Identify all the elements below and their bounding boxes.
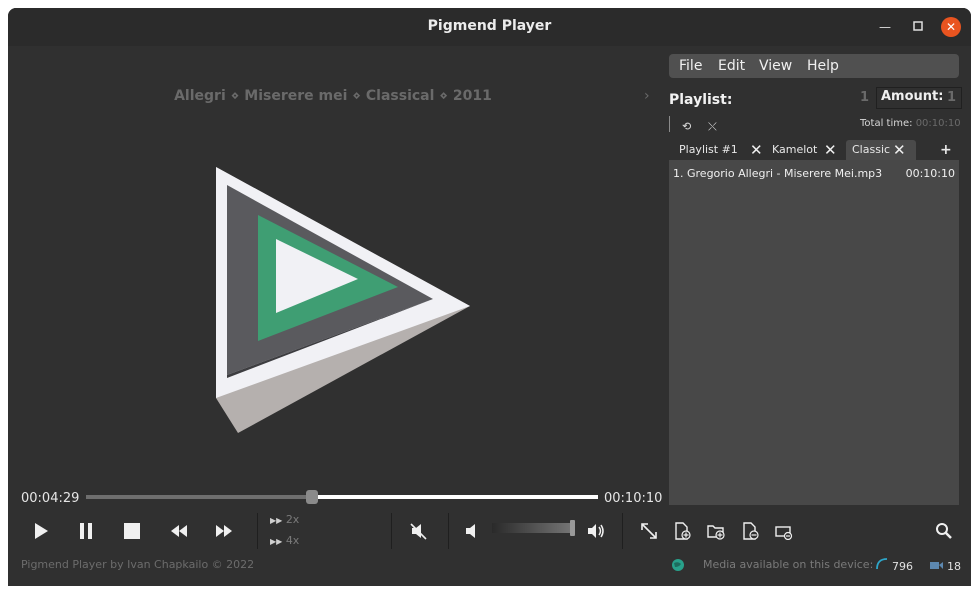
close-tab-icon[interactable]: ✕ [750, 140, 763, 160]
maximize-icon [913, 21, 923, 31]
add-tab-button[interactable]: + [940, 140, 956, 160]
track-duration: 00:10:10 [905, 167, 955, 180]
menu-edit[interactable]: Edit [718, 58, 745, 74]
menu-file[interactable]: File [679, 58, 702, 74]
volume-up-button[interactable] [580, 516, 612, 546]
total-time-value: 00:10:10 [915, 118, 961, 129]
playlist-body: 1. Gregorio Allegri - Miserere Mei.mp3 0… [669, 160, 959, 505]
fast-forward-icon [216, 525, 232, 537]
repeat-button[interactable]: ⟲ [682, 120, 691, 133]
credit-text: Pigmend Player by Ivan Chapkailo © 2022 [21, 558, 255, 571]
pigmend-logo [216, 167, 470, 433]
app-window: Pigmend Player — ✕ Allegri ⋄ Miserere me… [8, 8, 971, 586]
menu-view[interactable]: View [759, 58, 792, 74]
rewind-button[interactable] [163, 516, 195, 546]
mute-icon [410, 523, 427, 540]
window-title: Pigmend Player [427, 18, 552, 34]
audio-files-icon [875, 556, 889, 575]
chevron-right-icon[interactable]: › [644, 88, 650, 104]
seek-progress [86, 495, 312, 499]
repeat-icon: ⟲ [682, 120, 692, 133]
speed-4x-button[interactable]: ▶▶ 4x [270, 534, 299, 547]
fullscreen-icon [641, 523, 657, 539]
video-count: 18 [947, 560, 961, 573]
separator [622, 513, 623, 549]
playlist-item[interactable]: 1. Gregorio Allegri - Miserere Mei.mp3 0… [669, 160, 959, 182]
fullscreen-button[interactable] [637, 519, 661, 543]
playlist-count: 1 [860, 90, 870, 105]
tab-playlist-1[interactable]: Playlist #1 ✕ [674, 140, 768, 160]
add-file-icon [675, 522, 691, 540]
add-file-button[interactable] [670, 519, 694, 543]
double-arrow-icon: ▶▶ [270, 516, 283, 525]
amount-label: Amount: [881, 89, 944, 104]
remove-file-button[interactable] [738, 519, 762, 543]
total-time-label: Total time: [860, 118, 913, 129]
shuffle-button[interactable]: ⤬ [708, 120, 717, 134]
clear-playlist-button[interactable] [772, 519, 796, 543]
menu-help[interactable]: Help [807, 58, 839, 74]
stop-button[interactable] [116, 516, 148, 546]
menu-bar: File Edit View Help [669, 54, 959, 78]
separator [391, 513, 392, 549]
video-files-icon [929, 556, 944, 575]
close-button[interactable]: ✕ [941, 17, 961, 37]
minimize-button[interactable]: — [875, 17, 895, 37]
separator [669, 116, 670, 132]
pause-button[interactable] [70, 516, 102, 546]
title-bar[interactable]: Pigmend Player — ✕ [8, 8, 971, 46]
total-time: Total time: 00:10:10 [860, 118, 961, 129]
volume-high-icon [588, 524, 604, 538]
shuffle-icon: ⤬ [708, 120, 717, 133]
globe-icon [671, 557, 685, 576]
remove-file-icon [743, 522, 759, 540]
play-button[interactable] [25, 516, 57, 546]
amount-value: 1 [947, 90, 957, 105]
tab-label: Classic [852, 143, 891, 156]
search-icon [936, 523, 952, 539]
volume-slider[interactable] [492, 523, 574, 533]
maximize-button[interactable] [908, 17, 928, 37]
track-name: 1. Gregorio Allegri - Miserere Mei.mp3 [673, 167, 883, 180]
volume-down-button[interactable] [456, 516, 488, 546]
add-folder-button[interactable] [704, 519, 728, 543]
separator [257, 513, 258, 549]
playlist-label: Playlist: [669, 92, 733, 108]
total-duration: 00:10:10 [604, 491, 663, 506]
elapsed-time: 00:04:29 [21, 491, 80, 506]
speed-2x-label: 2x [285, 513, 300, 526]
pause-icon [80, 523, 92, 539]
media-available-label: Media available on this device: [703, 558, 874, 571]
tab-classic[interactable]: Classic ✕ [846, 140, 916, 160]
speed-4x-label: 4x [285, 534, 300, 547]
close-tab-icon[interactable]: ✕ [893, 140, 906, 160]
play-icon [35, 523, 48, 539]
mute-button[interactable] [403, 516, 435, 546]
seek-bar[interactable] [86, 490, 598, 504]
close-tab-icon[interactable]: ✕ [824, 140, 837, 160]
now-playing-info: Allegri ⋄ Miserere mei ⋄ Classical ⋄ 201… [174, 88, 492, 104]
search-button[interactable] [932, 519, 956, 543]
audio-count: 796 [892, 560, 913, 573]
tab-kamelot[interactable]: Kamelot ✕ [768, 140, 848, 160]
separator [448, 513, 449, 549]
double-arrow-icon: ▶▶ [270, 537, 283, 546]
speed-2x-button[interactable]: ▶▶ 2x [270, 513, 299, 526]
seek-handle[interactable] [305, 490, 318, 504]
add-folder-icon [707, 525, 725, 540]
rewind-icon [171, 525, 187, 537]
stop-icon [124, 523, 140, 539]
volume-handle[interactable] [570, 520, 575, 536]
tab-label: Kamelot [772, 143, 818, 156]
clear-playlist-icon [775, 526, 793, 540]
volume-low-icon [466, 524, 475, 538]
tab-label: Playlist #1 [679, 143, 738, 156]
fast-forward-button[interactable] [208, 516, 240, 546]
